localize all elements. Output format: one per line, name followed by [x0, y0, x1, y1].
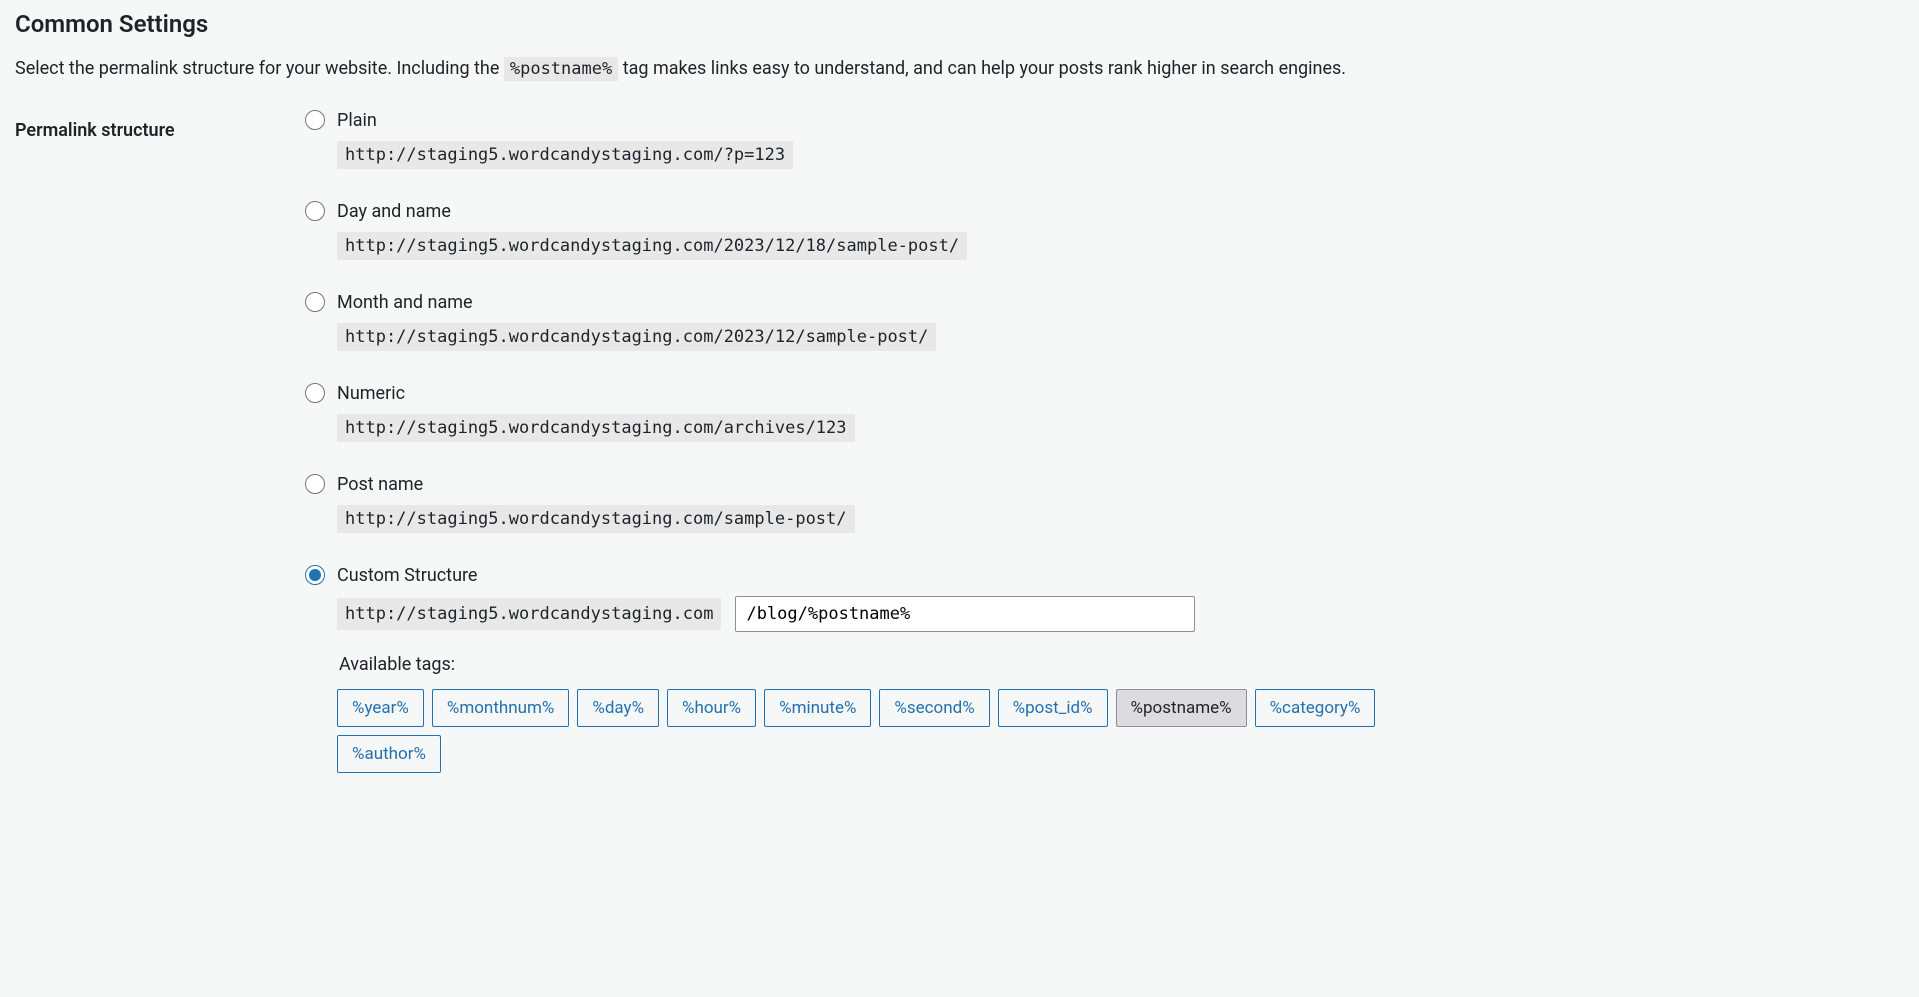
- option-numeric-example: http://staging5.wordcandystaging.com/arc…: [337, 414, 855, 442]
- option-custom: Custom Structure http://staging5.wordcan…: [305, 565, 1904, 773]
- option-month-name-label-row[interactable]: Month and name: [305, 292, 1904, 313]
- tag-second-button[interactable]: %second%: [879, 689, 989, 727]
- option-custom-label-row[interactable]: Custom Structure: [305, 565, 1904, 586]
- available-tags-label: Available tags:: [339, 654, 1904, 675]
- tag-day-button[interactable]: %day%: [577, 689, 659, 727]
- radio-day-name[interactable]: [305, 201, 325, 221]
- radio-numeric[interactable]: [305, 383, 325, 403]
- option-plain-example: http://staging5.wordcandystaging.com/?p=…: [337, 141, 793, 169]
- option-plain-label-row[interactable]: Plain: [305, 110, 1904, 131]
- tag-category-button[interactable]: %category%: [1255, 689, 1376, 727]
- option-post-name-label: Post name: [337, 474, 423, 495]
- option-month-name-example: http://staging5.wordcandystaging.com/202…: [337, 323, 936, 351]
- custom-structure-input[interactable]: [735, 596, 1195, 632]
- tag-monthnum-button[interactable]: %monthnum%: [432, 689, 570, 727]
- custom-url-prefix: http://staging5.wordcandystaging.com: [337, 598, 721, 630]
- option-custom-label: Custom Structure: [337, 565, 477, 586]
- option-numeric-label: Numeric: [337, 383, 405, 404]
- permalink-structure-label: Permalink structure: [15, 110, 305, 141]
- radio-custom[interactable]: [305, 565, 325, 585]
- option-day-name-example: http://staging5.wordcandystaging.com/202…: [337, 232, 967, 260]
- intro-before: Select the permalink structure for your …: [15, 58, 504, 79]
- intro-postname-tag: %postname%: [504, 57, 618, 81]
- option-day-name: Day and name http://staging5.wordcandyst…: [305, 201, 1904, 260]
- option-post-name-label-row[interactable]: Post name: [305, 474, 1904, 495]
- option-month-name: Month and name http://staging5.wordcandy…: [305, 292, 1904, 351]
- radio-plain[interactable]: [305, 110, 325, 130]
- tag-minute-button[interactable]: %minute%: [764, 689, 871, 727]
- available-tags-row: %year% %monthnum% %day% %hour% %minute% …: [337, 689, 1457, 773]
- option-post-name: Post name http://staging5.wordcandystagi…: [305, 474, 1904, 533]
- intro-after: tag makes links easy to understand, and …: [623, 58, 1346, 79]
- option-plain-label: Plain: [337, 110, 377, 131]
- tag-hour-button[interactable]: %hour%: [667, 689, 756, 727]
- tag-postname-button[interactable]: %postname%: [1116, 689, 1247, 727]
- radio-month-name[interactable]: [305, 292, 325, 312]
- permalink-structure-row: Permalink structure Plain http://staging…: [15, 110, 1904, 805]
- intro-text: Select the permalink structure for your …: [15, 56, 1904, 82]
- permalink-options: Plain http://staging5.wordcandystaging.c…: [305, 110, 1904, 805]
- option-numeric: Numeric http://staging5.wordcandystaging…: [305, 383, 1904, 442]
- tag-post-id-button[interactable]: %post_id%: [998, 689, 1108, 727]
- option-numeric-label-row[interactable]: Numeric: [305, 383, 1904, 404]
- option-plain: Plain http://staging5.wordcandystaging.c…: [305, 110, 1904, 169]
- tag-year-button[interactable]: %year%: [337, 689, 424, 727]
- custom-structure-row: http://staging5.wordcandystaging.com: [337, 596, 1904, 632]
- section-title: Common Settings: [15, 10, 1904, 38]
- option-day-name-label: Day and name: [337, 201, 451, 222]
- option-day-name-label-row[interactable]: Day and name: [305, 201, 1904, 222]
- tag-author-button[interactable]: %author%: [337, 735, 441, 773]
- radio-post-name[interactable]: [305, 474, 325, 494]
- option-month-name-label: Month and name: [337, 292, 473, 313]
- option-post-name-example: http://staging5.wordcandystaging.com/sam…: [337, 505, 855, 533]
